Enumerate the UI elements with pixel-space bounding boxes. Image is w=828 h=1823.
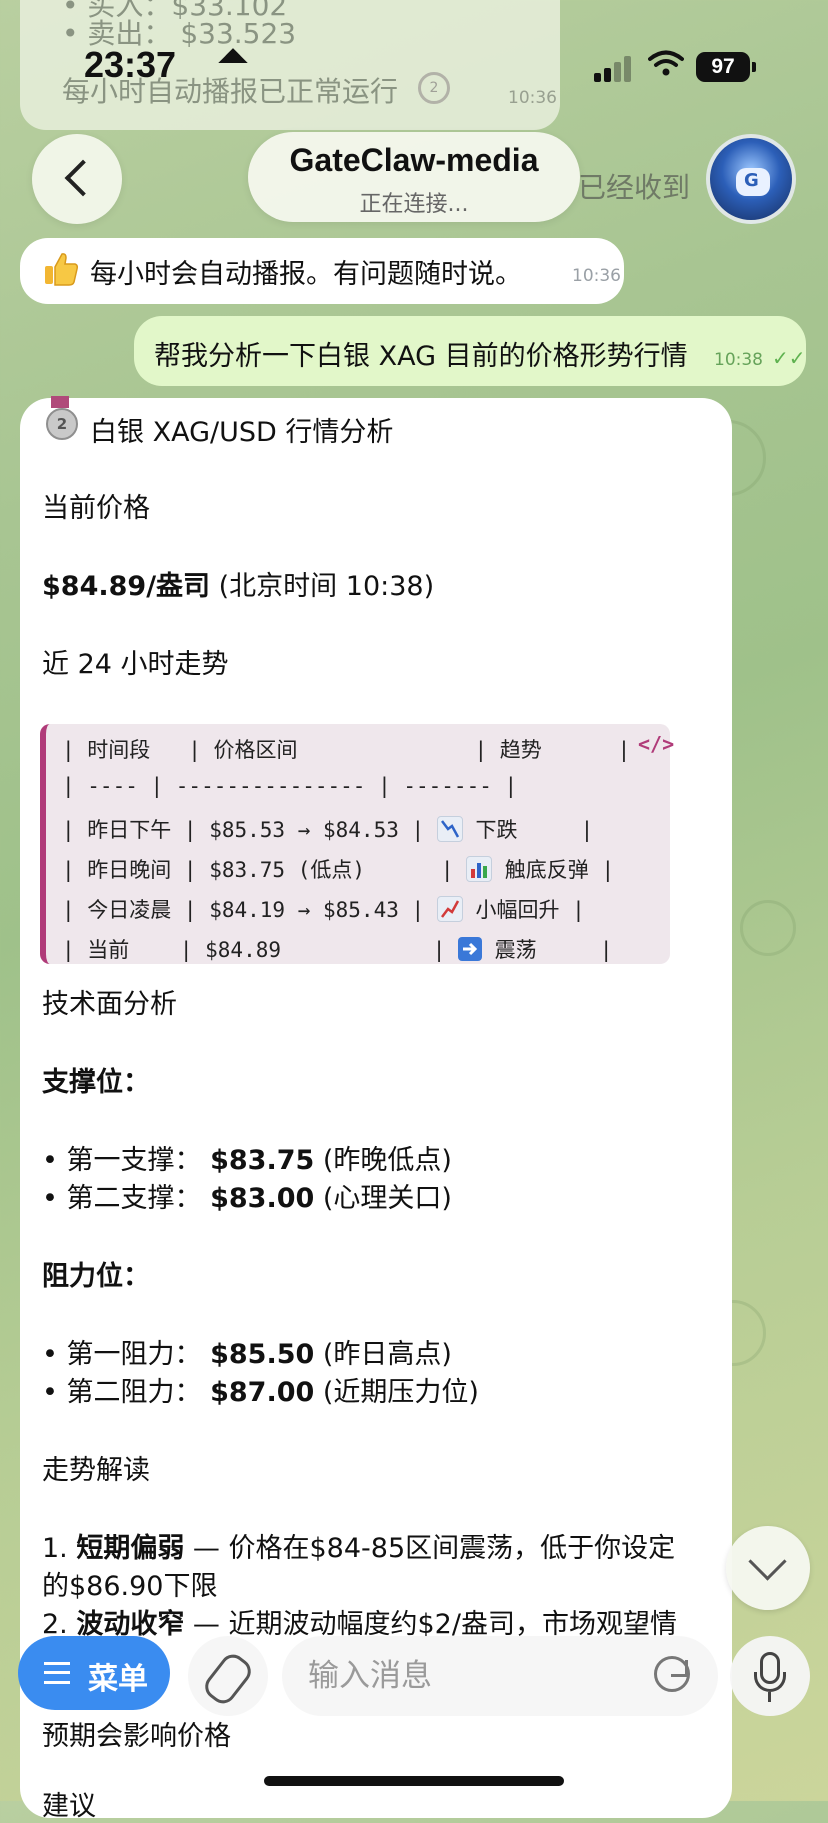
scroll-to-bottom-button[interactable] xyxy=(726,1526,810,1610)
chat-avatar[interactable] xyxy=(706,134,796,224)
chart-up-icon xyxy=(436,896,463,922)
message-input-container[interactable] xyxy=(282,1636,718,1716)
behind-header-text: 已经收到 xyxy=(578,171,691,204)
background-doodle xyxy=(740,900,796,956)
section-heading: 技术面分析 xyxy=(42,989,177,1020)
current-price-line: $84.89/盎司 (北京时间 10:38) xyxy=(42,564,434,603)
wifi-icon xyxy=(648,50,684,76)
medal-icon xyxy=(51,396,69,408)
read-checkmarks-icon: ✓✓ xyxy=(772,346,806,370)
thumbs-up-icon xyxy=(45,253,78,286)
analysis-title: 白银 XAG/USD 行情分析 xyxy=(90,417,394,448)
menu-button[interactable]: 菜单 xyxy=(18,1636,170,1710)
connection-status: 正在连接... xyxy=(359,192,469,217)
section-heading: 支撑位： xyxy=(42,1067,150,1098)
bar-chart-icon xyxy=(466,856,493,882)
section-heading: 建议 xyxy=(42,1791,96,1822)
section-heading: 近 24 小时走势 xyxy=(42,649,229,680)
battery-indicator: 97 xyxy=(696,52,756,82)
message-time: 10:36 xyxy=(508,88,557,108)
table-row: | 昨日下午 | $85.53 → $84.53 | 下跌 | xyxy=(62,816,594,842)
table-row: | 今日凌晨 | $84.19 → $85.43 | 小幅回升 | xyxy=(62,896,585,922)
right-arrow-icon xyxy=(458,937,483,961)
table-separator-row: | ---- | --------------- | ------- | xyxy=(62,774,518,798)
support-item: • 第一支撑： $83.75 (昨晚低点) xyxy=(42,1145,452,1176)
chart-down-icon xyxy=(436,816,463,842)
outgoing-message-bubble[interactable]: 帮我分析一下白银 XAG 目前的价格形势行情 10:38 ✓✓ xyxy=(134,316,806,386)
interpretation-line: 1. 短期偏弱 — 价格在$84-85区间震荡，低于你设定 xyxy=(42,1533,676,1564)
status-time: 23:37 xyxy=(84,44,177,85)
chat-title: GateClaw-media xyxy=(289,142,539,178)
back-button[interactable] xyxy=(32,134,122,224)
trend-code-block[interactable]: </> | 时间段 | 价格区间 | 趋势 | | ---- | -------… xyxy=(40,724,674,964)
section-heading: 当前价格 xyxy=(42,493,150,524)
message-text: 每小时会自动播报。有问题随时说。 xyxy=(90,259,522,290)
attach-button[interactable] xyxy=(188,1636,268,1716)
message-time: 10:36 xyxy=(572,266,621,286)
current-price: $84.89/盎司 xyxy=(42,571,211,602)
paperclip-icon xyxy=(200,1649,256,1709)
code-copy-icon[interactable]: </> xyxy=(638,732,674,756)
interpretation-line: 的$86.90下限 xyxy=(42,1571,218,1602)
home-indicator xyxy=(264,1776,564,1786)
sticker-icon[interactable] xyxy=(654,1656,690,1692)
section-heading: 走势解读 xyxy=(42,1455,150,1486)
section-heading: 阻力位： xyxy=(42,1261,150,1292)
menu-icon xyxy=(44,1662,70,1684)
resistance-item: • 第二阻力： $87.00 (近期压力位) xyxy=(42,1377,479,1408)
table-header-row: | 时间段 | 价格区间 | 趋势 | xyxy=(62,738,631,762)
analysis-message-bubble[interactable]: 2 白银 XAG/USD 行情分析 当前价格 $84.89/盎司 (北京时间 1… xyxy=(20,396,732,1822)
medal-icon: 2 xyxy=(46,408,78,440)
table-row: | 当前 | $84.89 | 震荡 | xyxy=(62,937,613,962)
interpretation-line: 预期会影响价格 xyxy=(42,1721,231,1752)
message-text: 帮我分析一下白银 XAG 目前的价格形势行情 xyxy=(154,341,688,372)
support-item: • 第二支撑： $83.00 (心理关口) xyxy=(42,1183,452,1214)
chat-title-pill[interactable]: GateClaw-media 正在连接... xyxy=(248,132,580,222)
message-time: 10:38 xyxy=(714,350,763,370)
medal-icon: 2 xyxy=(418,72,450,104)
message-input[interactable] xyxy=(306,1652,630,1700)
cellular-signal-icon xyxy=(594,56,634,82)
price-note: (北京时间 10:38) xyxy=(210,571,435,602)
incoming-message-bubble[interactable]: 每小时会自动播报。有问题随时说。 10:36 xyxy=(20,238,624,304)
resistance-item: • 第一阻力： $85.50 (昨日高点) xyxy=(42,1339,452,1370)
menu-label: 菜单 xyxy=(88,1662,148,1697)
table-row: | 昨日晚间 | $83.75 (低点) | 触底反弹 | xyxy=(62,856,615,882)
voice-record-button[interactable] xyxy=(730,1636,810,1716)
